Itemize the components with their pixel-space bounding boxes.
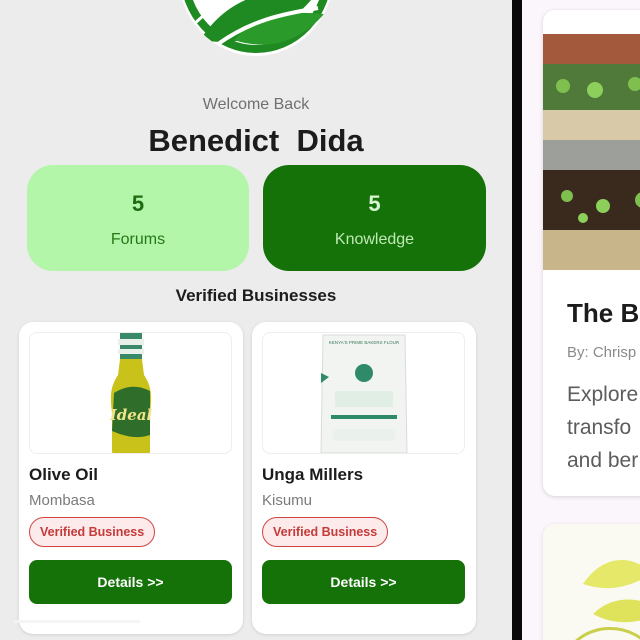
excerpt-line: transfo (567, 416, 632, 439)
knowledge-stat-card[interactable]: 5 Knowledge (263, 165, 486, 271)
articles-panel: The B By: Chrisp Explore transfo and ber (522, 0, 640, 640)
business-location: Kisumu (262, 492, 313, 509)
home-panel: Welcome Back Benedict Dida 5 Forums 5 Kn… (0, 0, 512, 640)
article-title: The B (567, 298, 640, 328)
business-location: Mombasa (29, 492, 95, 509)
business-name: Unga Millers (262, 465, 364, 484)
garden-bed-image (543, 34, 640, 270)
olive-oil-brand: Ideal (109, 406, 153, 424)
flour-sack-image: KENYA'S PRIME BAKERS FLOUR (262, 332, 465, 454)
details-button[interactable]: Details >> (29, 560, 232, 604)
welcome-text: Welcome Back (202, 96, 310, 113)
verified-badge: Verified Business (262, 517, 389, 547)
flour-brand: KENYA'S PRIME BAKERS FLOUR (329, 340, 400, 345)
olive-oil-image: Ideal (29, 332, 232, 454)
verified-badge: Verified Business (29, 517, 156, 547)
article-excerpt: Explore transfo and ber (567, 378, 638, 477)
forums-label: Forums (110, 231, 166, 248)
plant-image (543, 524, 640, 640)
details-button[interactable]: Details >> (262, 560, 465, 604)
article-author: By: Chrisp (567, 344, 637, 361)
knowledge-count: 5 (368, 191, 381, 216)
leaf-logo-icon (178, 0, 334, 56)
user-name: Benedict Dida (148, 123, 364, 158)
article-card[interactable] (543, 524, 640, 640)
knowledge-label: Knowledge (334, 231, 415, 248)
excerpt-line: and ber (567, 449, 639, 472)
business-card[interactable]: Ideal Olive Oil Mombasa Verified Busines… (19, 322, 243, 634)
business-name: Olive Oil (29, 465, 98, 484)
article-card[interactable]: The B By: Chrisp Explore transfo and ber (543, 10, 640, 496)
business-card[interactable]: KENYA'S PRIME BAKERS FLOUR Unga Millers … (252, 322, 476, 634)
section-title: Verified Businesses (175, 286, 337, 305)
forums-stat-card[interactable]: 5 Forums (27, 165, 249, 271)
excerpt-line: Explore (567, 383, 639, 406)
forums-count: 5 (131, 191, 145, 216)
horizontal-scroll-indicator (14, 620, 140, 623)
split-divider[interactable] (512, 0, 522, 640)
